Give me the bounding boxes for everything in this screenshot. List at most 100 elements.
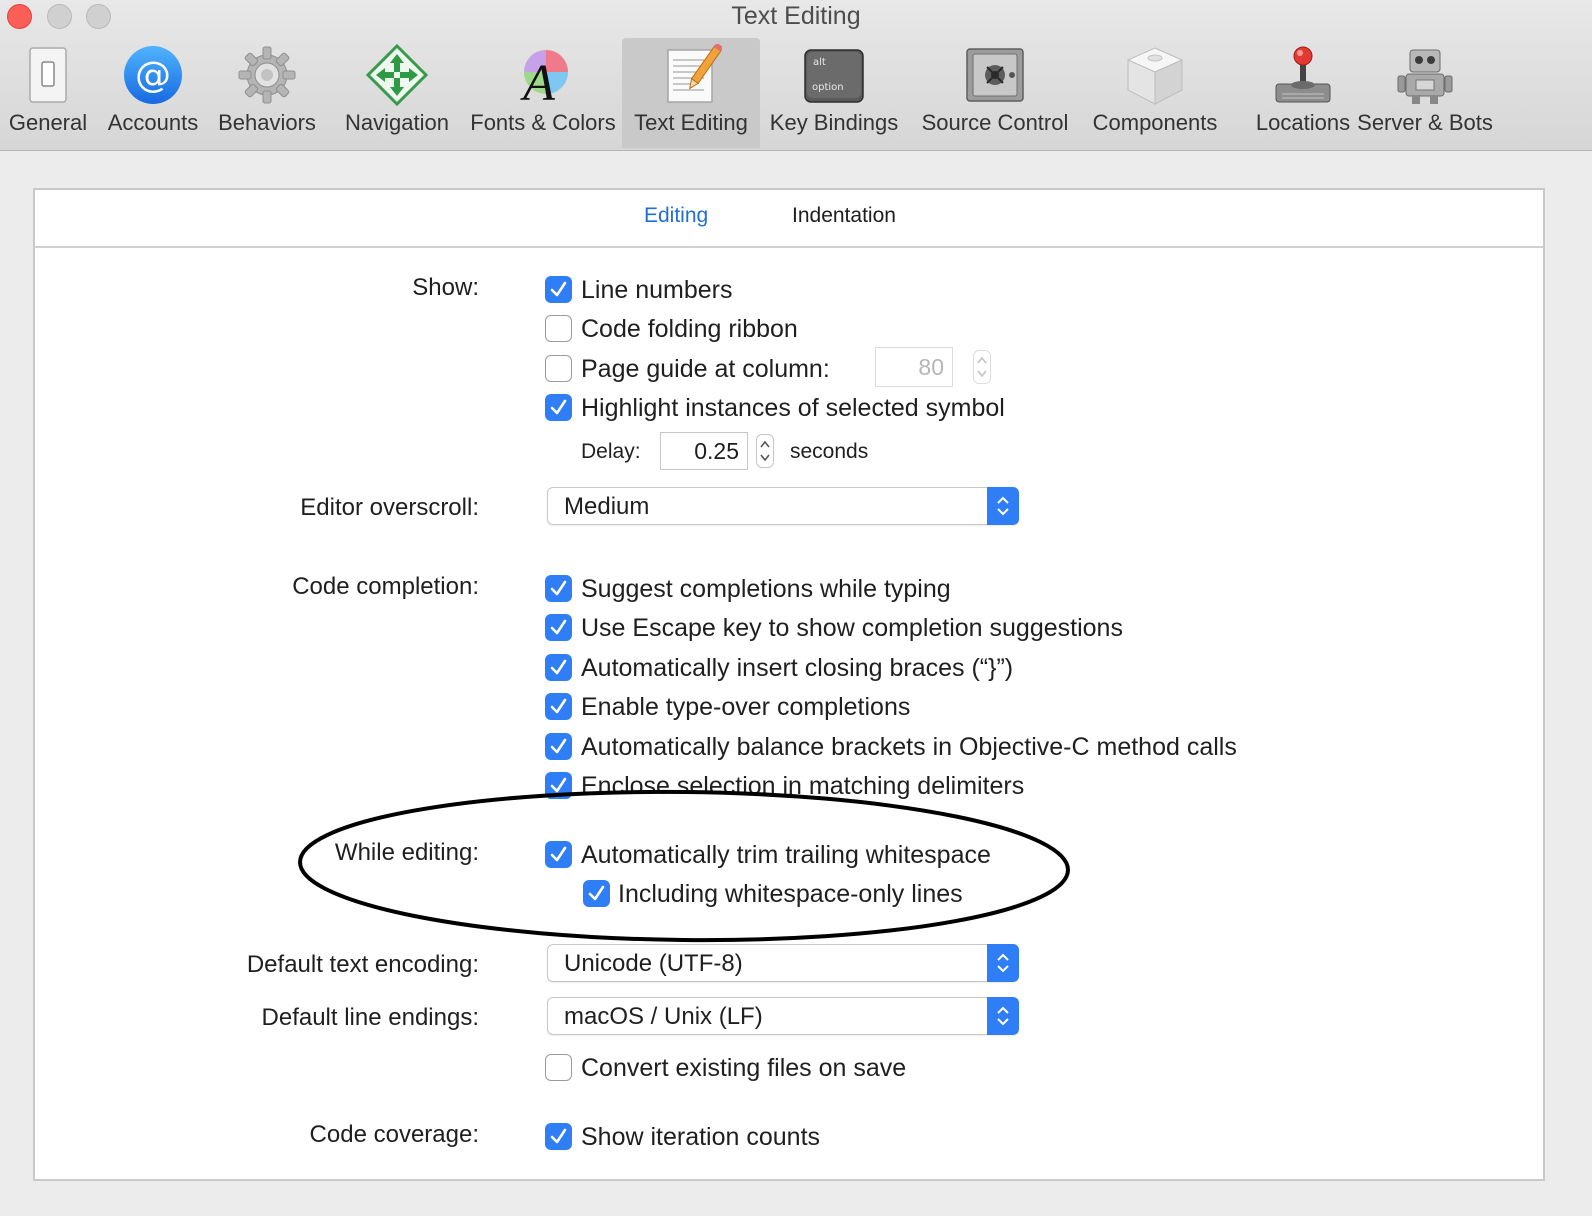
checkmark-icon — [550, 846, 567, 862]
svg-text:@: @ — [135, 55, 171, 96]
default-line-endings-label: Default line endings: — [261, 1004, 479, 1031]
delay-field[interactable]: 0.25 — [660, 432, 748, 470]
show-iteration-counts-label: Show iteration counts — [581, 1123, 821, 1151]
toolbar-item-locations[interactable]: Locations — [1250, 38, 1356, 148]
escape-key-completion-checkbox[interactable] — [545, 614, 572, 641]
key-top-label: alt — [813, 57, 826, 68]
window-toolbar: Text Editing General @ Accounts Behavior… — [0, 0, 1592, 151]
at-sign-icon: @ — [124, 46, 182, 104]
svg-text:A: A — [520, 55, 555, 106]
checkmark-icon — [550, 1128, 567, 1144]
checkmark-icon — [550, 659, 567, 675]
checkmark-icon — [588, 885, 605, 901]
tab-indentation[interactable]: Indentation — [792, 204, 896, 228]
closing-braces-checkbox[interactable] — [545, 654, 572, 681]
notepad-pencil-icon — [667, 44, 722, 103]
toolbar-label-source-control: Source Control — [921, 110, 1069, 135]
text-encoding-popup[interactable]: Unicode (UTF-8) — [547, 944, 1019, 982]
line-endings-popup[interactable]: macOS / Unix (LF) — [547, 997, 1019, 1035]
type-over-completions-label: Enable type-over completions — [581, 693, 911, 721]
gear-icon — [238, 46, 296, 104]
delay-label: Delay: — [581, 440, 641, 463]
suggest-completions-checkbox[interactable] — [545, 575, 572, 602]
convert-existing-files-checkbox[interactable] — [545, 1054, 572, 1081]
toolbar-item-source-control[interactable]: Source Control — [922, 38, 1068, 148]
checkmark-icon — [550, 698, 567, 714]
toolbar-label-navigation: Navigation — [345, 110, 449, 135]
while-editing-label: While editing: — [334, 839, 479, 866]
checkmark-icon — [550, 580, 567, 596]
box-icon — [1126, 47, 1184, 105]
font-color-wheel-icon: A — [520, 50, 568, 106]
switch-icon — [29, 47, 67, 103]
move-arrows-icon — [366, 44, 428, 106]
tab-bar: Editing Indentation — [35, 190, 1543, 248]
whitespace-only-lines-label: Including whitespace-only lines — [618, 880, 963, 908]
convert-existing-files-label: Convert existing files on save — [581, 1054, 907, 1082]
toolbar-item-fonts-colors[interactable]: A Fonts & Colors — [470, 38, 616, 148]
toolbar-label-accounts: Accounts — [107, 110, 199, 135]
chevron-up-down-icon — [997, 953, 1009, 973]
tab-editing[interactable]: Editing — [644, 204, 708, 228]
editor-overscroll-value: Medium — [564, 493, 650, 520]
line-endings-value: macOS / Unix (LF) — [564, 1003, 763, 1030]
balance-brackets-checkbox[interactable] — [545, 733, 572, 760]
toolbar-label-key-bindings: Key Bindings — [769, 110, 899, 135]
window-title: Text Editing — [731, 2, 861, 30]
stepper-arrows-icon — [977, 356, 987, 378]
line-numbers-label: Line numbers — [581, 276, 733, 304]
suggest-completions-label: Suggest completions while typing — [581, 575, 951, 603]
checkmark-icon — [550, 777, 567, 793]
type-over-completions-checkbox[interactable] — [545, 693, 572, 720]
popup-arrows-button — [987, 997, 1019, 1035]
preferences-panel: Editing Indentation Show: Line numbers C… — [33, 188, 1545, 1181]
delay-stepper[interactable] — [756, 434, 774, 468]
toolbar-item-text-editing[interactable]: Text Editing — [622, 38, 760, 148]
enclose-selection-label: Enclose selection in matching delimiters — [581, 772, 1025, 800]
toolbar-item-navigation[interactable]: Navigation — [342, 38, 452, 148]
show-iteration-counts-checkbox[interactable] — [545, 1123, 572, 1150]
trim-whitespace-checkbox[interactable] — [545, 841, 572, 868]
toolbar-label-server-bots: Server & Bots — [1357, 110, 1493, 135]
page-guide-column-field[interactable]: 80 — [875, 347, 953, 387]
show-label: Show: — [412, 274, 479, 301]
checkmark-icon — [550, 619, 567, 635]
line-numbers-checkbox[interactable] — [545, 276, 572, 303]
alt-option-key-icon: alt option — [804, 49, 864, 103]
chevron-up-down-icon — [997, 496, 1009, 516]
editor-overscroll-label: Editor overscroll: — [300, 494, 479, 521]
popup-arrows-button — [987, 944, 1019, 982]
key-bottom-label: option — [812, 82, 844, 93]
stepper-arrows-icon — [760, 440, 770, 462]
toolbar-item-general[interactable]: General — [8, 38, 88, 148]
toolbar-label-behaviors: Behaviors — [218, 110, 316, 135]
escape-key-completion-label: Use Escape key to show completion sugges… — [581, 614, 1123, 642]
joystick-icon — [1275, 46, 1331, 103]
toolbar-item-server-bots[interactable]: Server & Bots — [1357, 38, 1493, 148]
code-folding-ribbon-label: Code folding ribbon — [581, 315, 798, 343]
page-guide-label: Page guide at column: — [581, 355, 830, 383]
enclose-selection-checkbox[interactable] — [545, 772, 572, 799]
page-guide-checkbox[interactable] — [545, 355, 572, 382]
editor-overscroll-popup[interactable]: Medium — [547, 487, 1019, 525]
balance-brackets-label: Automatically balance brackets in Object… — [581, 733, 1237, 761]
page-guide-column-stepper[interactable] — [973, 350, 991, 384]
popup-arrows-button — [987, 487, 1019, 525]
delay-unit-label: seconds — [790, 440, 869, 463]
highlight-symbol-label: Highlight instances of selected symbol — [581, 394, 1005, 422]
toolbar-item-key-bindings[interactable]: alt option Key Bindings — [770, 38, 898, 148]
trim-whitespace-label: Automatically trim trailing whitespace — [581, 841, 991, 869]
highlight-symbol-checkbox[interactable] — [545, 394, 572, 421]
checkmark-icon — [550, 281, 567, 297]
checkmark-icon — [550, 738, 567, 754]
text-encoding-value: Unicode (UTF-8) — [564, 950, 743, 977]
toolbar-item-accounts[interactable]: @ Accounts — [108, 38, 198, 148]
toolbar-label-components: Components — [1092, 110, 1218, 135]
whitespace-only-lines-checkbox[interactable] — [583, 880, 610, 907]
code-completion-label: Code completion: — [292, 573, 479, 600]
default-text-encoding-label: Default text encoding: — [246, 951, 479, 978]
code-folding-ribbon-checkbox[interactable] — [545, 315, 572, 342]
toolbar-item-behaviors[interactable]: Behaviors — [218, 38, 316, 148]
checkmark-icon — [550, 399, 567, 415]
toolbar-item-components[interactable]: Components — [1093, 38, 1217, 148]
